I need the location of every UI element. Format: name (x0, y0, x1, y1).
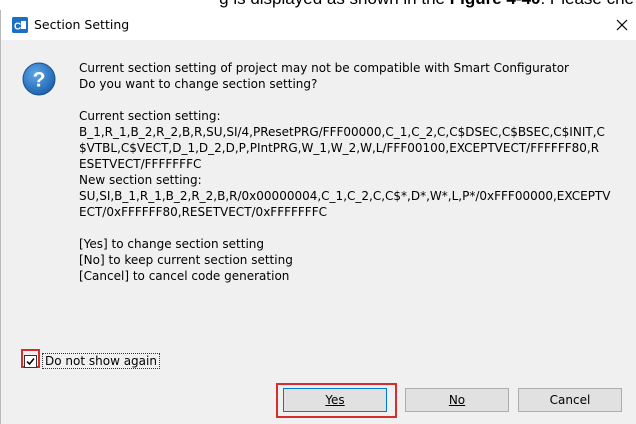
do-not-show-again-row[interactable]: Do not show again (24, 352, 160, 370)
new-setting-line: SU,SI,B_1,R_1,B_2,R_2,B,R/0x00000004,C_1… (79, 189, 611, 203)
current-setting-line: $VTBL,C$VECT,D_1,D_2,D,P,PIntPRG,W_1,W_2… (79, 141, 600, 155)
no-button[interactable]: No (405, 388, 509, 412)
no-button-label: No (448, 393, 466, 407)
doc-text-prefix: g is displayed as shown in the (219, 0, 450, 8)
message-line-2: Do you want to change section setting? (79, 77, 318, 91)
option-no-text: [No] to keep current section setting (79, 253, 293, 267)
svg-text:?: ? (33, 69, 46, 92)
section-setting-dialog: C Section Setting ? Current section sett… (0, 10, 636, 424)
cancel-button[interactable]: Cancel (518, 388, 622, 412)
doc-figure-ref: Figure 4-40 (450, 0, 541, 8)
svg-text:C: C (14, 22, 21, 33)
check-icon (26, 357, 35, 365)
document-text-fragment: g is displayed as shown in the Figure 4-… (0, 0, 636, 10)
yes-button-label: Yes (325, 393, 345, 407)
new-setting-line: ECT/0xFFFFFF80,RESETVECT/0xFFFFFFFC (79, 205, 327, 219)
message-body: Current section setting of project may n… (79, 60, 624, 284)
current-setting-line: B_1,R_1,B_2,R_2,B,R,SU,SI/4,PResetPRG/FF… (79, 125, 605, 139)
close-icon (616, 19, 628, 31)
title-bar: C Section Setting (1, 10, 636, 40)
close-button[interactable] (611, 14, 633, 36)
option-yes-text: [Yes] to change section setting (79, 237, 265, 251)
window-title: Section Setting (34, 17, 130, 32)
current-setting-line: ESETVECT/FFFFFFFC (79, 157, 202, 171)
current-setting-heading: Current section setting: (79, 109, 221, 123)
do-not-show-again-checkbox[interactable] (24, 354, 37, 368)
cancel-button-label: Cancel (549, 393, 591, 407)
message-line-1: Current section setting of project may n… (79, 61, 569, 75)
doc-text-suffix: . Please che (540, 0, 634, 8)
question-icon: ? (22, 62, 56, 96)
new-setting-heading: New section setting: (79, 173, 202, 187)
yes-button[interactable]: Yes (283, 388, 387, 412)
do-not-show-again-label[interactable]: Do not show again (42, 353, 160, 369)
option-cancel-text: [Cancel] to cancel code generation (79, 269, 290, 283)
smart-configurator-icon: C (12, 17, 28, 33)
